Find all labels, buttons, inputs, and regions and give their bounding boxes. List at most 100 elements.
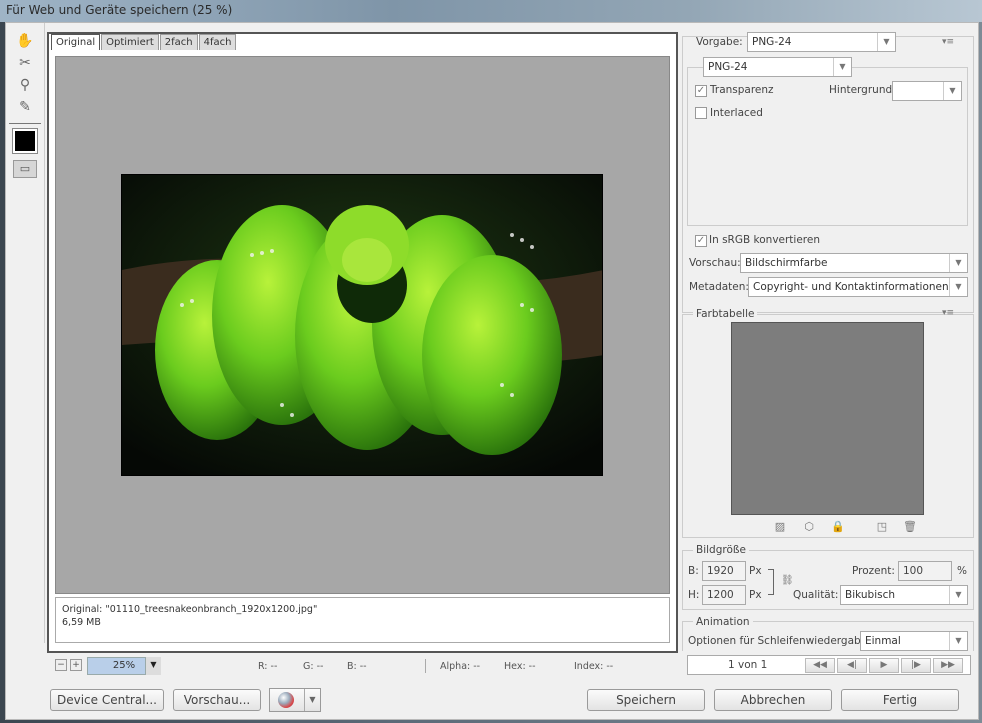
width-field[interactable]: 1920 — [702, 561, 746, 581]
constrain-bracket — [768, 569, 774, 595]
interlaced-checkbox[interactable] — [695, 107, 707, 119]
color-table-icons: ▨ ⬡ 🔒 ◳ 🗑 — [6, 520, 980, 534]
save-for-web-dialog: ✋ ✂ ⚲ ✎ ▭ Original Optimiert 2fach 4fach — [5, 22, 979, 720]
srgb-checkbox[interactable]: ✓ — [695, 235, 707, 247]
lock-icon[interactable]: 🔒 — [831, 520, 845, 534]
preview-value: Bildschirmfarbe — [745, 257, 828, 269]
chevron-down-icon: ▼ — [943, 82, 961, 100]
slice-visibility-icon[interactable]: ▭ — [13, 160, 37, 178]
chevron-down-icon[interactable]: ▼ — [145, 657, 161, 675]
width-unit: Px — [749, 565, 762, 577]
last-frame-icon[interactable]: ▶▶ — [933, 658, 963, 673]
metadata-label: Metadaten: — [689, 281, 749, 293]
previous-frame-icon[interactable]: ◀| — [837, 658, 867, 673]
chevron-down-icon: ▼ — [877, 33, 895, 51]
link-icon[interactable]: ⛓ — [781, 575, 794, 586]
preview-button[interactable]: Vorschau... — [173, 689, 261, 711]
browser-icon — [278, 692, 294, 708]
first-frame-icon[interactable]: ◀◀ — [805, 658, 835, 673]
zoom-icon[interactable]: ⚲ — [15, 75, 35, 95]
chevron-down-icon: ▼ — [304, 689, 320, 711]
chevron-down-icon: ▼ — [949, 632, 967, 650]
quality-value: Bikubisch — [845, 589, 896, 601]
device-central-button[interactable]: Device Central... — [50, 689, 164, 711]
percent-unit: % — [957, 565, 967, 577]
eyedropper-icon[interactable]: ✎ — [15, 97, 35, 117]
readout-r: R: -- — [258, 661, 278, 672]
loop-select[interactable]: Einmal ▼ — [860, 631, 968, 651]
image-info-size: 6,59 MB — [62, 617, 101, 628]
loop-options-label: Optionen für Schleifenwiedergabe: — [688, 635, 871, 647]
readout-g: G: -- — [303, 661, 324, 672]
eyedropper-color-swatch[interactable] — [12, 128, 38, 154]
metadata-select[interactable]: Copyright- und Kontaktinformationen ▼ — [748, 277, 968, 297]
done-button[interactable]: Fertig — [841, 689, 959, 711]
zoom-out-button[interactable]: − — [55, 659, 67, 671]
zoom-in-button[interactable]: + — [70, 659, 82, 671]
tab-2up[interactable]: 2fach — [159, 34, 198, 50]
chevron-down-icon: ▼ — [949, 586, 967, 604]
preview-select[interactable]: Bildschirmfarbe ▼ — [740, 253, 968, 273]
animation-title: Animation — [693, 616, 753, 628]
preview-canvas[interactable] — [55, 56, 670, 594]
loop-value: Einmal — [865, 635, 901, 647]
width-label: B: — [688, 565, 699, 577]
tab-original[interactable]: Original — [51, 34, 101, 50]
height-field[interactable]: 1200 — [702, 585, 746, 605]
new-color-icon[interactable]: ◳ — [875, 520, 889, 534]
format-value: PNG-24 — [708, 61, 748, 73]
tab-4up[interactable]: 4fach — [198, 34, 237, 50]
toolbox: ✋ ✂ ⚲ ✎ ▭ — [6, 23, 44, 643]
readout-hex: Hex: -- — [504, 661, 536, 672]
play-icon[interactable]: ▶ — [869, 658, 899, 673]
tab-optimized[interactable]: Optimiert — [101, 34, 159, 50]
metadata-value: Copyright- und Kontaktinformationen — [753, 281, 949, 293]
save-button[interactable]: Speichern — [587, 689, 705, 711]
chevron-down-icon: ▼ — [833, 58, 851, 76]
image-size-title: Bildgröße — [693, 544, 749, 556]
chevron-down-icon: ▼ — [949, 254, 967, 272]
quality-label: Qualität: — [793, 589, 839, 601]
browser-preview-button[interactable]: ▼ — [269, 688, 321, 712]
map-transparency-icon[interactable]: ▨ — [773, 520, 787, 534]
format-select[interactable]: PNG-24 ▼ — [703, 57, 852, 77]
height-label: H: — [688, 589, 700, 601]
transparency-label: Transparenz — [710, 84, 774, 96]
trash-icon[interactable]: 🗑 — [903, 520, 917, 534]
height-unit: Px — [749, 589, 762, 601]
preset-label: Vorgabe: — [696, 36, 743, 48]
animation-controls: 1 von 1 ◀◀ ◀| ▶ |▶ ▶▶ — [687, 655, 971, 675]
readout-b: B: -- — [347, 661, 367, 672]
color-table-menu-icon[interactable]: ▾≡ — [942, 308, 954, 318]
status-bar: − + 25% ▼ R: -- G: -- B: -- Alpha: -- He… — [47, 657, 678, 679]
color-table-swatches[interactable] — [731, 322, 924, 515]
quality-select[interactable]: Bikubisch ▼ — [840, 585, 968, 605]
preset-select[interactable]: PNG-24 ▼ — [747, 32, 896, 52]
srgb-label: In sRGB konvertieren — [709, 234, 821, 246]
status-divider — [425, 659, 426, 673]
settings-menu-icon[interactable]: ▾≡ — [942, 37, 954, 47]
frame-counter: 1 von 1 — [728, 659, 768, 671]
readout-alpha: Alpha: -- — [440, 661, 481, 672]
cancel-button[interactable]: Abbrechen — [714, 689, 832, 711]
hand-icon[interactable]: ✋ — [15, 31, 35, 51]
web-snap-icon[interactable]: ⬡ — [802, 520, 816, 534]
next-frame-icon[interactable]: |▶ — [901, 658, 931, 673]
color-table-title: Farbtabelle — [693, 308, 758, 320]
view-tabs: Original Optimiert 2fach 4fach — [51, 34, 237, 50]
interlaced-label: Interlaced — [710, 107, 763, 119]
snake-image — [121, 174, 603, 476]
toolbar-separator — [44, 23, 45, 643]
slice-select-icon[interactable]: ✂ — [15, 53, 35, 73]
image-info-filename: Original: "01110_treesnakeonbranch_1920x… — [62, 604, 318, 615]
zoom-level-value: 25% — [112, 660, 136, 671]
background-select[interactable]: ▼ — [892, 81, 962, 101]
percent-field[interactable]: 100 — [898, 561, 952, 581]
transparency-checkbox[interactable]: ✓ — [695, 85, 707, 97]
image-view: Original Optimiert 2fach 4fach Original:… — [47, 32, 678, 653]
background-label: Hintergrund: — [829, 84, 896, 96]
window-title: Für Web und Geräte speichern (25 %) — [0, 0, 982, 22]
toolbar-divider — [9, 123, 41, 124]
percent-label: Prozent: — [852, 565, 895, 577]
readout-index: Index: -- — [574, 661, 614, 672]
